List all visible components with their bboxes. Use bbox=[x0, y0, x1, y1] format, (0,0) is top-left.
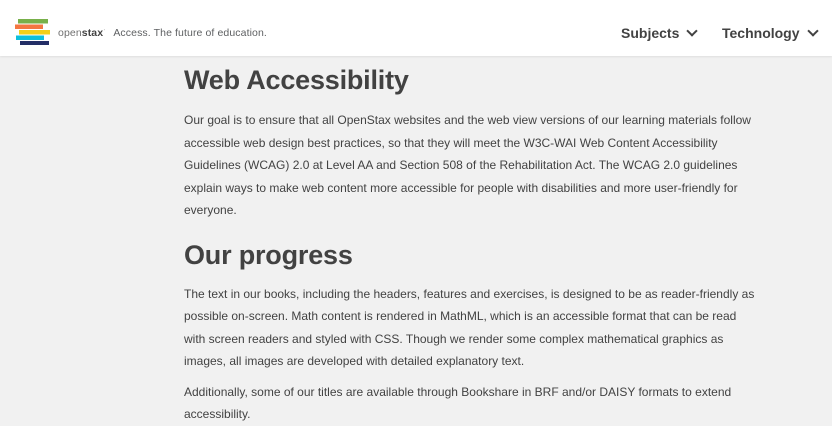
bookshare-paragraph: Additionally, some of our titles are ava… bbox=[184, 381, 832, 426]
progress-paragraph: The text in our books, including the hea… bbox=[184, 283, 832, 373]
text-line: accessibility. bbox=[184, 407, 251, 421]
nav-subjects-menu[interactable]: Subjects bbox=[621, 25, 699, 41]
main-content: Web Accessibility Our goal is to ensure … bbox=[184, 60, 832, 426]
brand-trademark: · bbox=[103, 27, 106, 34]
nav-technology-label: Technology bbox=[722, 25, 800, 41]
intro-paragraph: Our goal is to ensure that all OpenStax … bbox=[184, 109, 832, 222]
text-line: explain ways to make web content more ac… bbox=[184, 180, 738, 195]
chevron-down-icon bbox=[686, 25, 699, 37]
nav-subjects-label: Subjects bbox=[621, 25, 680, 41]
page-title: Web Accessibility bbox=[184, 65, 409, 95]
section-heading-progress: Our progress bbox=[184, 239, 353, 270]
text-line: Guidelines (WCAG) 2.0 at Level AA and Se… bbox=[184, 158, 738, 172]
text-line: images, all images are developed with de… bbox=[184, 354, 525, 368]
text-line: Our goal is to ensure that all OpenStax … bbox=[184, 113, 751, 127]
chevron-down-icon bbox=[806, 25, 819, 37]
nav-technology-menu[interactable]: Technology bbox=[722, 25, 819, 41]
brand-wordmark[interactable]: openstax· Access. The future of educatio… bbox=[58, 27, 267, 39]
text-line: possible on-screen. Math content is rend… bbox=[184, 309, 737, 323]
openstax-logo-icon[interactable] bbox=[15, 19, 51, 45]
text-line: The text in our books, including the hea… bbox=[184, 286, 755, 301]
text-line: with screen readers and styled with CSS.… bbox=[184, 331, 724, 346]
brand-stax-text: stax bbox=[81, 27, 104, 39]
brand-open-text: open bbox=[58, 27, 82, 39]
text-line: accessible web design best practices, so… bbox=[184, 135, 718, 150]
text-line: everyone. bbox=[184, 203, 237, 217]
text-line: Additionally, some of our titles are ava… bbox=[184, 384, 732, 399]
top-navigation-bar: openstax· Access. The future of educatio… bbox=[0, 0, 832, 56]
brand-tagline: Access. The future of education. bbox=[113, 27, 267, 39]
